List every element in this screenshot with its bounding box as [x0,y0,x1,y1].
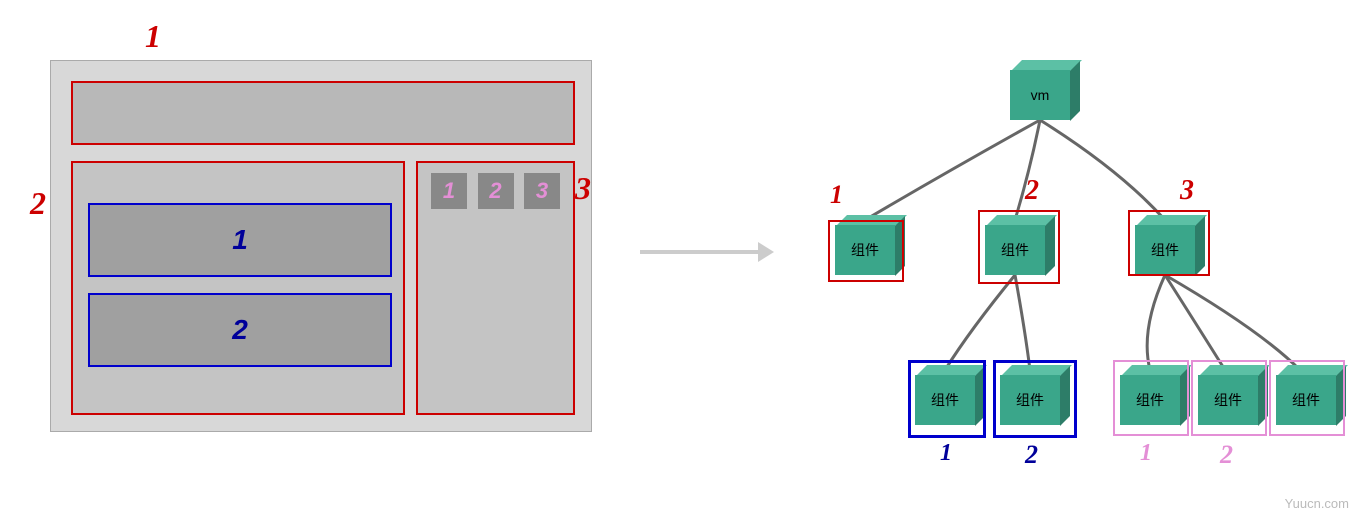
side-item-1: 1 [431,173,467,209]
arrow-icon [640,250,760,254]
level2a-label-2: 组件 [1000,375,1060,425]
level2a-label-1: 组件 [915,375,975,425]
level1-node-3: 组件 [1135,215,1195,275]
level2b-node-2: 组件 [1198,365,1258,425]
side-item-2: 2 [478,173,514,209]
level1-label-1: 组件 [835,225,895,275]
level1-node-2: 组件 [985,215,1045,275]
ann-l2b-1: 1 [1140,440,1152,467]
ann-main-2: 2 [30,185,46,222]
level2b-label-2: 组件 [1198,375,1258,425]
tree-root: vm [1010,60,1070,120]
component-tree: vm 组件 组件 组件 1 2 3 组件 组件 1 2 组件 组件 组 [800,50,1340,490]
side-item-3: 3 [524,173,560,209]
layout-wireframe: 1 2 1 2 3 [50,60,592,432]
ann-side-3: 3 [575,170,591,207]
level2b-node-3: 组件 [1276,365,1336,425]
ann-l1-2: 2 [1025,175,1039,207]
level2a-node-1: 组件 [915,365,975,425]
level2b-label-1: 组件 [1120,375,1180,425]
ann-l2a-2: 2 [1025,440,1038,470]
ann-l1-3: 3 [1180,175,1194,207]
level2a-node-2: 组件 [1000,365,1060,425]
main-item-2: 2 [88,293,392,367]
level1-node-1: 组件 [835,215,895,275]
ann-header-1: 1 [145,18,161,55]
region-header [71,81,575,145]
ann-l1-1: 1 [830,180,843,210]
level1-label-2: 组件 [985,225,1045,275]
ann-l2a-1: 1 [940,440,952,467]
root-label: vm [1010,70,1070,120]
level1-label-3: 组件 [1135,225,1195,275]
region-main: 1 2 [71,161,405,415]
watermark: Yuucn.com [1285,496,1349,511]
level2b-node-1: 组件 [1120,365,1180,425]
main-item-1: 1 [88,203,392,277]
level2b-label-3: 组件 [1276,375,1336,425]
region-sidebar: 1 2 3 [416,161,575,415]
ann-l2b-2: 2 [1220,440,1233,470]
